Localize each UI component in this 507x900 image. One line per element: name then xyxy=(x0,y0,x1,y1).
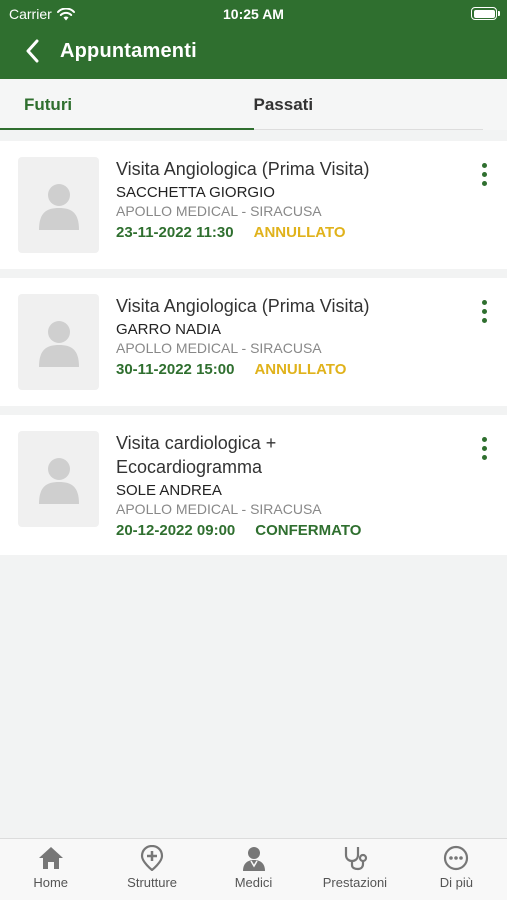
app-header: Carrier 10:25 AM Appuntamenti xyxy=(0,0,507,79)
chevron-left-icon xyxy=(26,39,39,63)
stethoscope-icon xyxy=(344,847,368,871)
doctor-name: SACCHETTA GIORGIO xyxy=(116,184,275,201)
avatar xyxy=(18,157,99,253)
back-button[interactable] xyxy=(10,33,54,69)
nav-medici[interactable]: Medici xyxy=(203,839,304,900)
page-title: Appuntamenti xyxy=(60,39,197,62)
location-pin-icon xyxy=(141,845,164,871)
doctor-icon xyxy=(242,847,265,871)
facility-name: APOLLO MEDICAL - SIRACUSA xyxy=(116,501,322,517)
appointment-datetime: 20-12-2022 09:00 xyxy=(116,522,236,539)
more-vertical-icon xyxy=(481,163,487,168)
more-options-button[interactable] xyxy=(479,163,489,186)
nav-prestazioni[interactable]: Prestazioni xyxy=(304,839,405,900)
person-placeholder-icon xyxy=(38,321,79,367)
more-options-button[interactable] xyxy=(479,300,489,323)
bottom-tab-bar: Home Strutture Medici Prestazioni Di più xyxy=(0,838,507,900)
status-badge: ANNULLATO xyxy=(253,224,346,241)
appointment-list: Visita Angiologica (Prima Visita) SACCHE… xyxy=(0,141,507,555)
doctor-name: GARRO NADIA xyxy=(116,321,222,338)
nav-strutture[interactable]: Strutture xyxy=(101,839,202,900)
appointment-datetime: 30-11-2022 15:00 xyxy=(116,361,235,378)
segment-tabs: Futuri Passati xyxy=(0,79,507,130)
tab-futuri[interactable]: Futuri xyxy=(0,79,254,130)
appointment-card[interactable]: Visita Angiologica (Prima Visita) GARRO … xyxy=(0,278,507,406)
doctor-name: SOLE ANDREA xyxy=(116,482,222,499)
appointment-card[interactable]: Visita Angiologica (Prima Visita) SACCHE… xyxy=(0,141,507,269)
more-options-button[interactable] xyxy=(479,437,489,460)
tab-passati[interactable]: Passati xyxy=(254,79,484,130)
nav-di-piu[interactable]: Di più xyxy=(406,839,507,900)
appointment-card[interactable]: Visita cardiologica + Ecocardiogramma SO… xyxy=(0,415,507,555)
status-bar: Carrier 10:25 AM xyxy=(0,0,507,28)
more-vertical-icon xyxy=(481,437,487,442)
avatar xyxy=(18,294,99,390)
person-placeholder-icon xyxy=(38,184,79,230)
service-name: Visita Angiologica (Prima Visita) xyxy=(116,159,370,179)
facility-name: APOLLO MEDICAL - SIRACUSA xyxy=(116,340,322,356)
home-icon xyxy=(38,847,63,869)
facility-name: APOLLO MEDICAL - SIRACUSA xyxy=(116,203,322,219)
more-circle-icon xyxy=(444,845,469,871)
status-badge: ANNULLATO xyxy=(254,361,347,378)
service-name: Visita Angiologica (Prima Visita) xyxy=(116,296,370,316)
more-vertical-icon xyxy=(481,300,487,305)
nav-home[interactable]: Home xyxy=(0,839,101,900)
battery-icon xyxy=(471,7,500,20)
service-name: Visita cardiologica + Ecocardiogramma xyxy=(116,433,277,477)
status-time: 10:25 AM xyxy=(223,6,284,22)
status-badge: CONFERMATO xyxy=(255,522,362,539)
avatar xyxy=(18,431,99,527)
appointment-datetime: 23-11-2022 11:30 xyxy=(116,224,234,241)
person-placeholder-icon xyxy=(38,458,79,504)
